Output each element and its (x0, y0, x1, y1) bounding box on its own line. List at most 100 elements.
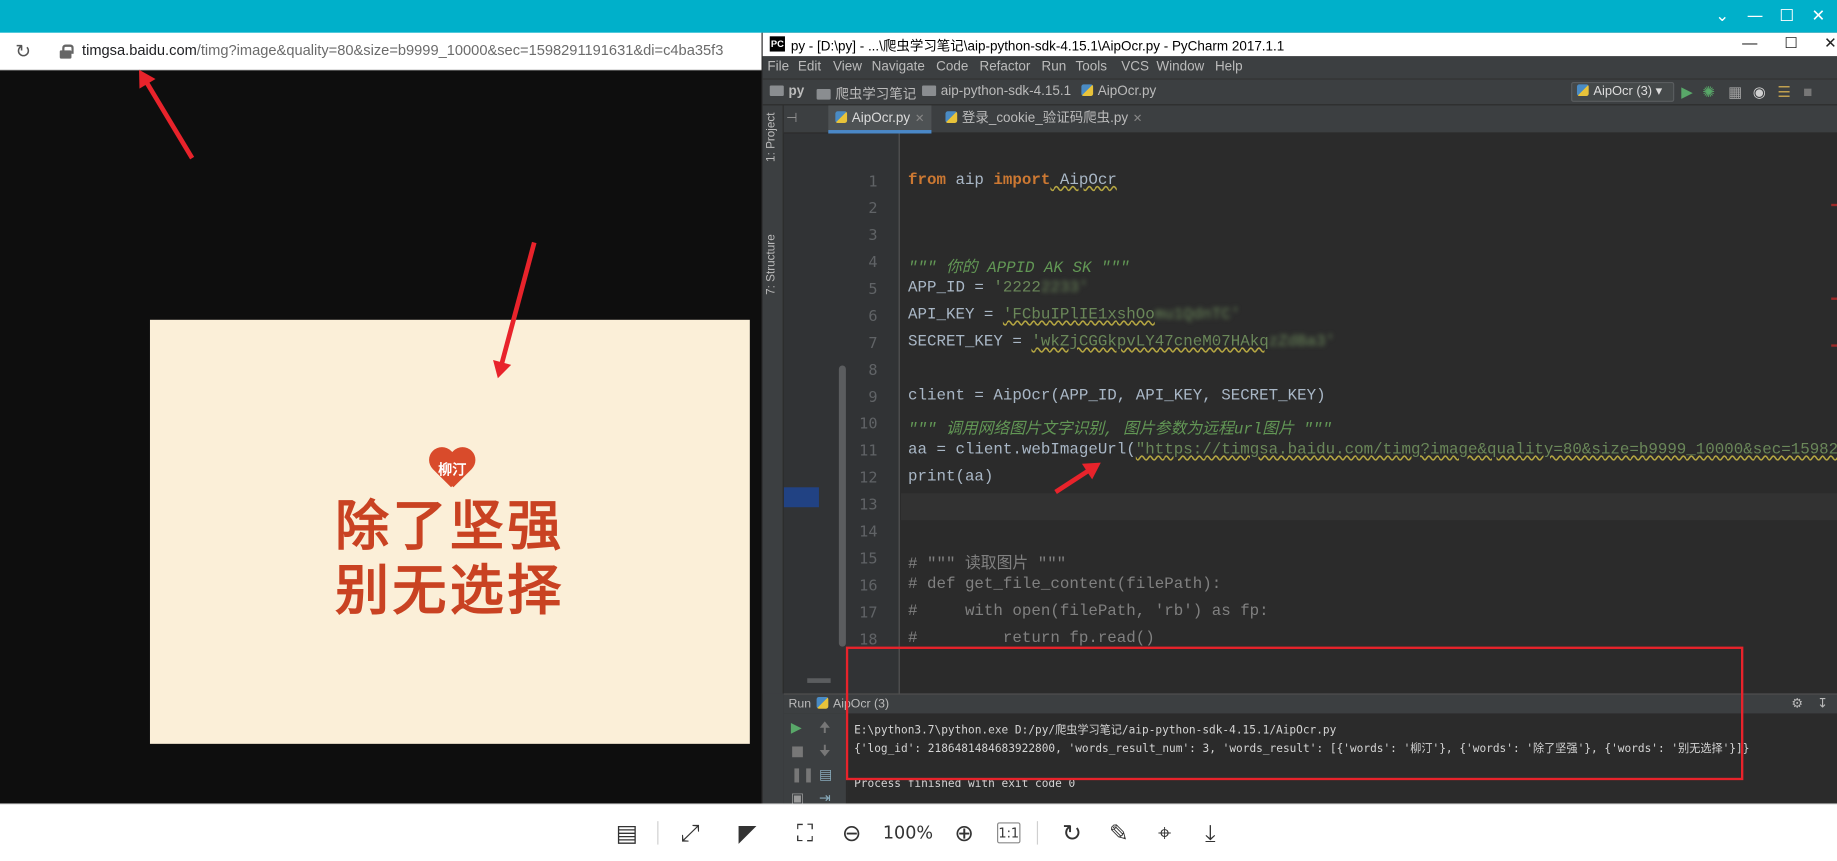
line-number: 3 (868, 227, 878, 245)
menu-code[interactable]: Code (936, 60, 968, 74)
breadcrumb-project[interactable]: py (769, 84, 804, 98)
line-number: 14 (859, 523, 878, 542)
menu-run[interactable]: Run (1042, 60, 1067, 74)
breadcrumb-sdk-folder[interactable]: aip-python-sdk-4.15.1 (922, 84, 1071, 98)
menu-refactor[interactable]: Refactor (979, 60, 1030, 74)
toolbar-divider (1036, 821, 1039, 845)
minimize-icon[interactable]: — (1746, 7, 1765, 26)
error-marker[interactable] (1831, 203, 1837, 207)
python-file-icon (1081, 84, 1094, 97)
structure-tool-tab[interactable]: 7: Structure (765, 234, 778, 295)
layout-icon[interactable]: ▤ (613, 818, 641, 848)
run-toolbar: ▶ 🠉 ■ 🠋 ❚❚ ▤ ▣ ⇥ (783, 713, 848, 805)
menu-window[interactable]: Window (1156, 60, 1204, 74)
close-icon[interactable]: ✕ (1809, 7, 1828, 26)
folder-icon (922, 85, 937, 97)
debug-icon[interactable]: ✺ (1702, 83, 1715, 101)
concurrency-icon[interactable]: ☰ (1777, 83, 1791, 101)
line-number: 8 (868, 361, 878, 380)
breadcrumb-folder[interactable]: 爬虫学习笔记 (816, 84, 916, 103)
menu-edit[interactable]: Edit (798, 60, 821, 74)
stop-icon[interactable]: ■ (1803, 83, 1812, 101)
profile-icon[interactable]: ◉ (1753, 83, 1766, 101)
python-file-icon (1576, 84, 1589, 97)
current-line-highlight (900, 493, 1837, 521)
rotate-icon[interactable]: ↻ (1058, 818, 1086, 848)
gear-icon[interactable]: ⚙ (1791, 696, 1803, 711)
close-icon[interactable]: ✕ (1824, 34, 1837, 53)
menu-navigate[interactable]: Navigate (872, 60, 925, 74)
viewer-title-bar: ⌄ — ☐ ✕ (0, 0, 1837, 33)
toolbar-divider (657, 821, 659, 845)
line-number: 16 (859, 577, 878, 596)
edit-icon[interactable]: ✎ (1105, 818, 1133, 848)
line-number: 13 (859, 496, 878, 515)
close-tab-icon[interactable]: ✕ (915, 112, 925, 125)
pycharm-logo-icon: PC (769, 36, 785, 52)
line-number: 6 (868, 308, 878, 326)
zoom-in-icon[interactable]: ⊕ (950, 818, 978, 848)
ocr-icon[interactable]: ◤ (733, 818, 761, 848)
line-number: 2 (868, 200, 878, 218)
poster-line-2: 别无选择 (335, 558, 565, 623)
code-editor[interactable]: 1 2 3 4 5 6 7 8 9 10 11 12 13 14 15 16 1… (783, 133, 1837, 694)
down-icon[interactable]: 🠋 (819, 744, 831, 758)
url-path: /timg?image&quality=80&size=b9999_10000&… (196, 42, 724, 59)
hide-panel-icon[interactable]: ↧ (1817, 696, 1828, 711)
actual-size-button[interactable]: 1:1 (997, 822, 1021, 844)
line-number: 11 (859, 442, 878, 461)
menu-tools[interactable]: Tools (1076, 60, 1107, 74)
menu-view[interactable]: View (833, 60, 862, 74)
horizontal-scroll[interactable] (807, 678, 831, 683)
crop-icon[interactable]: ⌖ (1151, 818, 1179, 848)
stop-icon[interactable]: ■ (791, 744, 804, 758)
line-number: 5 (868, 281, 878, 299)
minimize-icon[interactable]: — (1742, 34, 1757, 52)
maximize-icon[interactable]: ☐ (1777, 7, 1796, 26)
line-number: 4 (868, 254, 878, 272)
code-line-7: SECRET_KEY = 'wkZjCGGkpvLY47cneM07HAkqzZ… (907, 333, 1336, 352)
coverage-icon[interactable]: ▦ (1728, 83, 1742, 101)
url-input[interactable]: timgsa.baidu.com/timg?image&quality=80&s… (82, 42, 723, 58)
soft-wrap-icon[interactable]: ▤ (819, 767, 832, 781)
tab-login-cookie[interactable]: 登录_cookie_验证码爬虫.py ✕ (938, 105, 1149, 133)
menu-help[interactable]: Help (1215, 60, 1243, 74)
heart-logo-text: 柳汀 (438, 461, 467, 478)
fit-screen-icon[interactable]: ⤢ (676, 818, 704, 848)
up-icon[interactable]: 🠉 (819, 720, 831, 734)
code-line-12: print(aa) (907, 468, 994, 487)
project-tool-tab[interactable]: 1: Project (765, 112, 778, 161)
poster-image: 柳汀 除了坚强 别无选择 (149, 319, 750, 744)
run-config-select[interactable]: AipOcr (3) ▾ (1571, 81, 1675, 102)
line-number: 15 (859, 550, 878, 569)
chevron-down-icon[interactable]: ⌄ (1713, 7, 1732, 26)
tool-window-strip: 1: Project 7: Structure (762, 105, 784, 694)
zoom-out-icon[interactable]: ⊖ (838, 818, 866, 848)
maximize-icon[interactable]: ☐ (1784, 34, 1798, 53)
line-number: 10 (859, 415, 878, 434)
url-host: timgsa.baidu.com (82, 42, 197, 59)
rerun-icon[interactable]: ▶ (791, 720, 802, 734)
tab-aipocr[interactable]: AipOcr.py ✕ (828, 105, 932, 134)
tab-options-icon[interactable]: ⊣ (786, 110, 797, 128)
reload-icon[interactable]: ↻ (15, 40, 31, 62)
line-number: 1 (868, 173, 878, 191)
close-tab-icon[interactable]: ✕ (1133, 112, 1143, 125)
browser-address-bar: ↻ timgsa.baidu.com/timg?image&quality=80… (0, 32, 762, 71)
pause-icon[interactable]: ❚❚ (791, 767, 815, 781)
run-icon[interactable]: ▶ (1681, 83, 1693, 101)
warning-marker[interactable] (1831, 297, 1837, 300)
fullscreen-icon[interactable]: ⛶ (791, 818, 819, 848)
menu-bar: File Edit View Navigate Code Refactor Ru… (762, 56, 1837, 80)
menu-file[interactable]: File (767, 60, 789, 74)
python-file-icon (945, 111, 958, 123)
breadcrumb-file[interactable]: AipOcr.py (1081, 84, 1156, 98)
menu-vcs[interactable]: VCS (1121, 60, 1149, 74)
editor-tabs: ⊣ AipOcr.py ✕ 登录_cookie_验证码爬虫.py ✕ (783, 105, 1837, 134)
code-line-11: aa = client.webImageUrl("https://timgsa.… (907, 441, 1837, 460)
download-icon[interactable]: ⤓ (1196, 818, 1224, 848)
warning-marker[interactable] (1831, 344, 1837, 347)
code-line-9: client = AipOcr(APP_ID, API_KEY, SECRET_… (907, 387, 1326, 406)
line-number: 9 (868, 388, 878, 407)
window-title: py - [D:\py] - ...\爬虫学习笔记\aip-python-sdk… (790, 39, 1285, 54)
